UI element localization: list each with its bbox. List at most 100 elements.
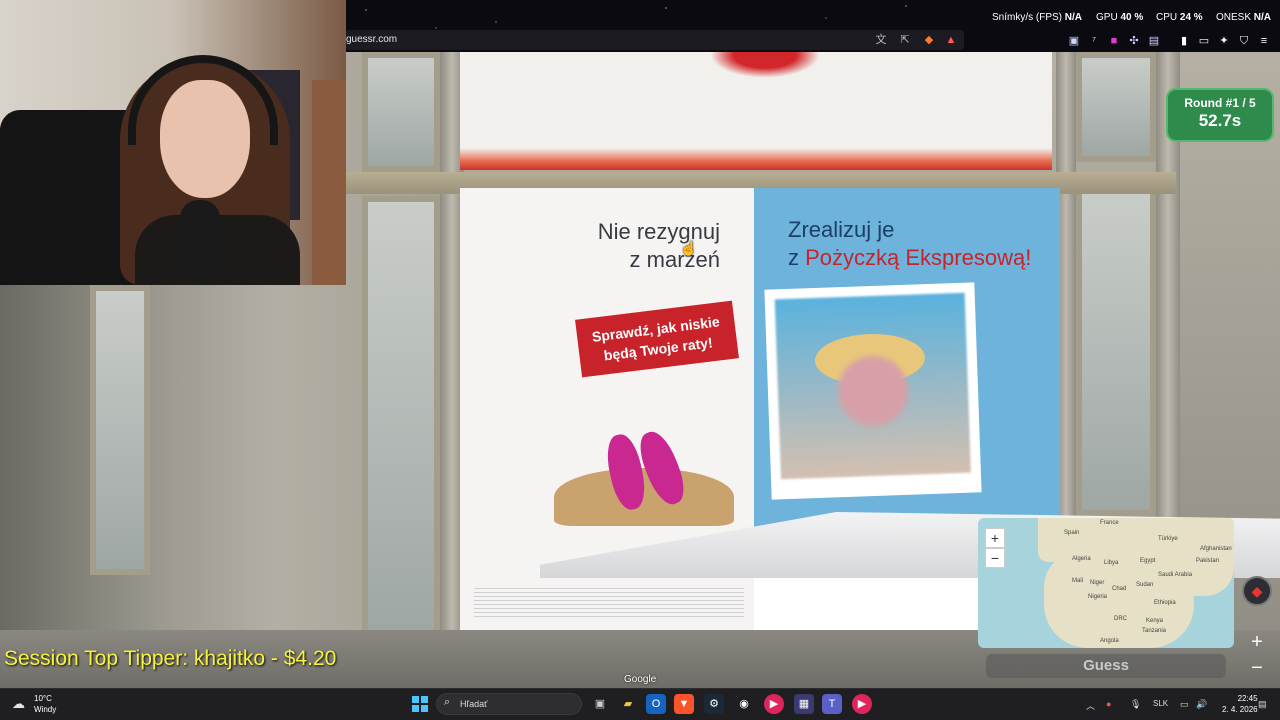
app-icon[interactable]: ▦ [794, 694, 814, 714]
media-player-icon[interactable]: ▶ [764, 694, 784, 714]
webcam-headset [128, 55, 278, 145]
poster-right-highlight: Pożyczką Ekspresową! [805, 245, 1032, 270]
perf-fps: Snímky/s (FPS) N/A [992, 12, 1082, 23]
view-zoom-out-button[interactable]: − [1244, 656, 1270, 680]
cpu-value: 24 % [1179, 12, 1203, 23]
map-label-libya: Libya [1104, 560, 1119, 566]
obs-icon[interactable]: ◉ [734, 694, 754, 714]
gpu-label: GPU [1096, 12, 1118, 23]
extension-icon[interactable]: ■ [1106, 33, 1122, 49]
poster-photo [764, 282, 982, 500]
map-label-afghanistan: Afghanistan [1200, 546, 1232, 552]
brave-rewards-icon[interactable]: ▲ [944, 33, 958, 47]
clock-date: 2. 4. 2026 [1222, 705, 1258, 714]
start-button-icon[interactable] [412, 696, 428, 712]
webcam-door [312, 80, 346, 285]
screen: Nie rezygnuj z marzeń Sprawdź, jak niski… [0, 0, 1280, 720]
window [1076, 52, 1156, 162]
window [362, 196, 440, 636]
brave-browser-icon[interactable]: ▼ [674, 694, 694, 714]
input-language[interactable]: SLK [1153, 699, 1168, 708]
map-label-sudan: Sudan [1136, 582, 1154, 588]
translate-icon[interactable]: 文 [874, 33, 888, 47]
map-label-nigeria: Nigeria [1088, 594, 1108, 600]
media-player-icon[interactable]: ▶ [852, 694, 872, 714]
map-label-spain: Spain [1064, 530, 1080, 536]
sand-pile [554, 468, 734, 526]
map-label-turkiye: Türkiye [1158, 536, 1178, 542]
window [90, 285, 150, 575]
onesk-value: N/A [1253, 12, 1272, 23]
sidebar-icon[interactable]: ▮ [1176, 33, 1192, 49]
search-icon: ⌕ [444, 696, 451, 708]
weather-wind-icon[interactable]: ☁ [12, 696, 25, 712]
map-label-algeria: Algeria [1072, 556, 1091, 562]
steam-icon[interactable]: ⚙ [704, 694, 724, 714]
vpn-icon[interactable]: ⛉ [1236, 33, 1252, 49]
round-status-panel: Round #1 / 5 52.7s [1166, 88, 1274, 142]
extension-icon[interactable]: ⁷ [1086, 33, 1102, 49]
address-bar[interactable] [346, 30, 964, 50]
taskbar-search-box[interactable] [436, 693, 582, 715]
guess-button[interactable]: Guess [986, 654, 1226, 678]
map-zoom-out-button[interactable]: − [985, 548, 1005, 568]
tray-app-icon[interactable]: ● [1106, 699, 1111, 709]
fps-label: Snímky/s (FPS) [992, 12, 1063, 23]
taskbar-search-placeholder: Hľadať [460, 699, 488, 709]
google-watermark: Google [624, 674, 657, 685]
extension-translate-icon[interactable]: ▣ [1066, 33, 1082, 49]
poster-right-line1: Zrealizuj je [788, 217, 895, 242]
teams-icon[interactable]: T [822, 694, 842, 714]
notification-icon[interactable]: ▤ [1258, 699, 1267, 710]
outlook-icon[interactable]: O [646, 694, 666, 714]
map-label-pakistan: Pakistan [1196, 558, 1220, 564]
map-label-ethiopia: Ethiopia [1154, 600, 1176, 606]
guess-map[interactable]: France Spain Türkiye Afghanistan Algeria… [978, 518, 1234, 648]
map-label-tanzania: Tanzania [1142, 628, 1167, 634]
sign-red-band [460, 148, 1052, 170]
tray-overflow-icon[interactable]: ︿ [1086, 699, 1095, 712]
extensions-puzzle-icon[interactable]: ✣ [1126, 33, 1142, 49]
taskbar-clock[interactable]: 22:45 2. 4. 2026 [1222, 693, 1258, 715]
extension-icon[interactable]: ▤ [1146, 33, 1162, 49]
compass-icon[interactable]: ◆ [1242, 576, 1272, 606]
brave-shield-icon[interactable]: ◆ [922, 33, 936, 47]
perf-gpu: GPU 40 % [1096, 12, 1143, 23]
onesk-label: ONESK [1216, 12, 1252, 23]
leo-ai-icon[interactable]: ✦ [1216, 33, 1232, 49]
window [362, 52, 440, 172]
poster-right-prefix: z [788, 245, 806, 270]
wallet-icon[interactable]: ▭ [1196, 33, 1212, 49]
map-label-france: France [1100, 520, 1119, 526]
poster-slogan-right: Zrealizuj je z Pożyczką Ekspresową! [788, 216, 1058, 272]
bank-header-sign [460, 32, 1052, 170]
map-label-kenya: Kenya [1146, 618, 1164, 624]
gpu-value: 40 % [1120, 12, 1144, 23]
fps-value: N/A [1064, 12, 1083, 23]
webcam-microphone [180, 200, 220, 280]
top-tipper-overlay: Session Top Tipper: khajitko - $4.20 [4, 647, 337, 670]
map-label-angola: Angola [1100, 638, 1119, 644]
map-label-egypt: Egypt [1140, 558, 1156, 564]
webcam-feed [0, 0, 346, 285]
map-zoom-in-button[interactable]: + [985, 528, 1005, 548]
round-timer: 52.7s [1198, 111, 1242, 130]
menu-icon[interactable]: ≡ [1256, 33, 1272, 49]
weather-temperature[interactable]: 10°C [34, 694, 52, 703]
weather-description[interactable]: Windy [34, 705, 56, 714]
view-zoom-in-button[interactable]: + [1244, 630, 1270, 654]
map-label-niger: Niger [1090, 580, 1105, 586]
task-view-icon[interactable]: ▣ [590, 694, 610, 714]
network-icon[interactable]: ▭ [1180, 699, 1189, 710]
poster-cta-box: Sprawdź, jak niskie będą Twoje raty! [575, 300, 739, 378]
microphone-icon[interactable]: 🎙 [1130, 699, 1141, 710]
round-label: Round #1 / 5 [1184, 96, 1256, 110]
map-label-chad: Chad [1112, 586, 1127, 592]
map-label-drc: DRC [1114, 616, 1127, 622]
url-text[interactable]: guessr.com [346, 34, 397, 45]
window [1076, 186, 1156, 516]
volume-icon[interactable]: 🔊 [1196, 699, 1207, 710]
clock-time: 22:45 [1237, 694, 1258, 703]
file-explorer-icon[interactable]: ▰ [618, 694, 638, 714]
share-icon[interactable]: ⇱ [898, 33, 912, 47]
